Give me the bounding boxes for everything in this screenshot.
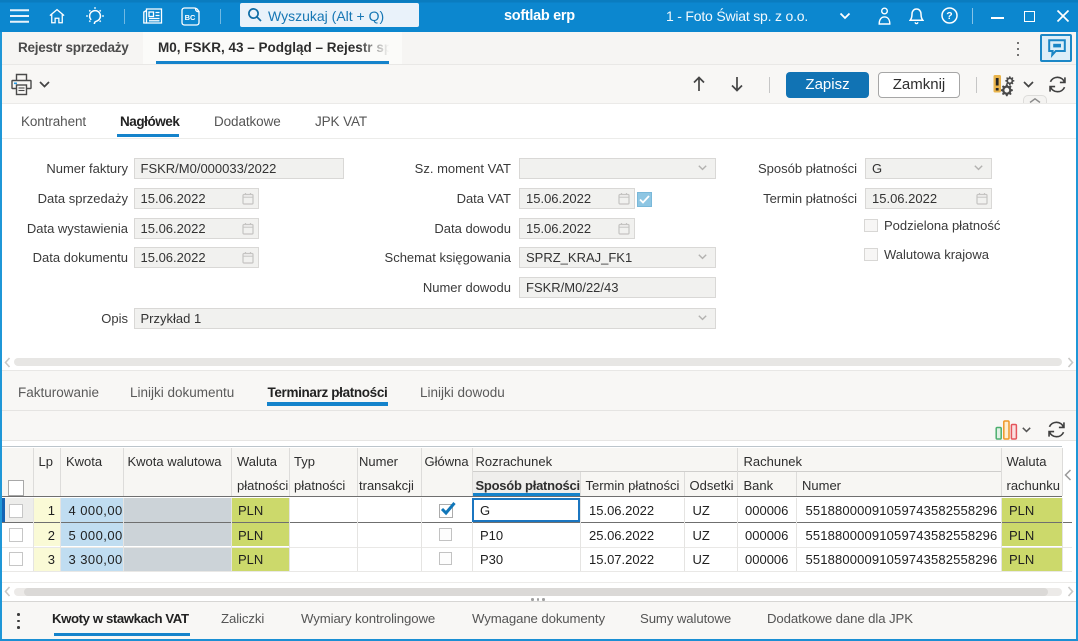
svg-text:?: ?	[946, 10, 952, 22]
svg-text:BC: BC	[185, 13, 196, 22]
